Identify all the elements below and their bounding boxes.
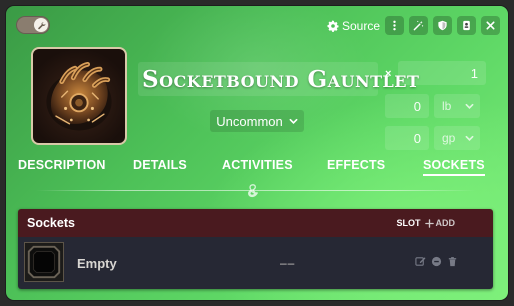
- socket-row[interactable]: Empty ––: [18, 237, 493, 289]
- trash-icon[interactable]: [446, 255, 459, 268]
- chevron-down-icon: [289, 118, 298, 124]
- empty-socket-icon: [24, 242, 64, 282]
- tab-effects[interactable]: EFFECTS: [327, 158, 385, 172]
- item-name-field[interactable]: Socketbound Gauntlet: [138, 62, 419, 96]
- close-button[interactable]: [481, 16, 500, 35]
- magic-wand-icon: [413, 20, 424, 31]
- weight-unit-value: lb: [442, 99, 452, 113]
- ampersand-emblem-icon: [244, 183, 264, 199]
- shield-icon: [438, 20, 447, 31]
- weight-input[interactable]: 0: [385, 94, 429, 118]
- tab-description[interactable]: DESCRIPTION: [18, 158, 106, 172]
- price-unit-select[interactable]: gp: [434, 126, 480, 150]
- vertical-ellipsis-icon: [393, 20, 396, 31]
- rarity-value: Uncommon: [216, 113, 283, 129]
- gauntlet-image: [46, 61, 112, 131]
- slot-column-label: SLOT: [396, 218, 421, 228]
- socket-slot-value: ––: [280, 256, 296, 270]
- sockets-panel-header: Sockets SLOT ADD: [18, 209, 493, 237]
- sockets-panel-title: Sockets: [27, 216, 75, 230]
- quantity-multiplier: ×: [385, 68, 392, 80]
- price-unit-value: gp: [442, 131, 456, 145]
- card-icon: [463, 20, 470, 31]
- sheet-tabs: DESCRIPTION DETAILS ACTIVITIES EFFECTS S…: [18, 158, 488, 178]
- add-socket-label: ADD: [435, 218, 456, 228]
- remove-circle-icon[interactable]: [430, 255, 443, 268]
- price-input[interactable]: 0: [385, 126, 429, 150]
- weight-unit-select[interactable]: lb: [434, 94, 480, 118]
- edit-icon[interactable]: [414, 255, 427, 268]
- plus-icon: [424, 218, 434, 228]
- item-sheet-window: Source Socketbound Gauntlet Uncommon × 1…: [6, 6, 508, 300]
- item-portrait[interactable]: [31, 47, 127, 145]
- add-socket-button[interactable]: ADD: [424, 218, 456, 228]
- sheet-mode-toggle[interactable]: [16, 16, 50, 34]
- configure-button[interactable]: [409, 16, 428, 35]
- menu-button[interactable]: [385, 16, 404, 35]
- token-button[interactable]: [457, 16, 476, 35]
- tab-sockets[interactable]: SOCKETS: [423, 158, 485, 176]
- gear-icon: [327, 20, 339, 32]
- source-button[interactable]: Source: [327, 17, 380, 35]
- quantity-input[interactable]: 1: [398, 61, 486, 85]
- wrench-icon: [34, 18, 48, 32]
- permissions-button[interactable]: [433, 16, 452, 35]
- source-label: Source: [341, 18, 380, 33]
- tab-activities[interactable]: ACTIVITIES: [222, 158, 293, 172]
- panel-actions: SLOT ADD: [397, 218, 456, 228]
- chevron-down-icon: [465, 103, 474, 109]
- close-icon: [486, 21, 495, 30]
- socket-row-actions: [414, 255, 459, 268]
- sockets-panel: Sockets SLOT ADD Empty ––: [18, 209, 493, 289]
- header-controls: Source: [327, 16, 500, 35]
- rarity-select[interactable]: Uncommon: [210, 110, 304, 132]
- chevron-down-icon: [465, 135, 474, 141]
- socket-name: Empty: [77, 256, 117, 271]
- tab-details[interactable]: DETAILS: [133, 158, 187, 172]
